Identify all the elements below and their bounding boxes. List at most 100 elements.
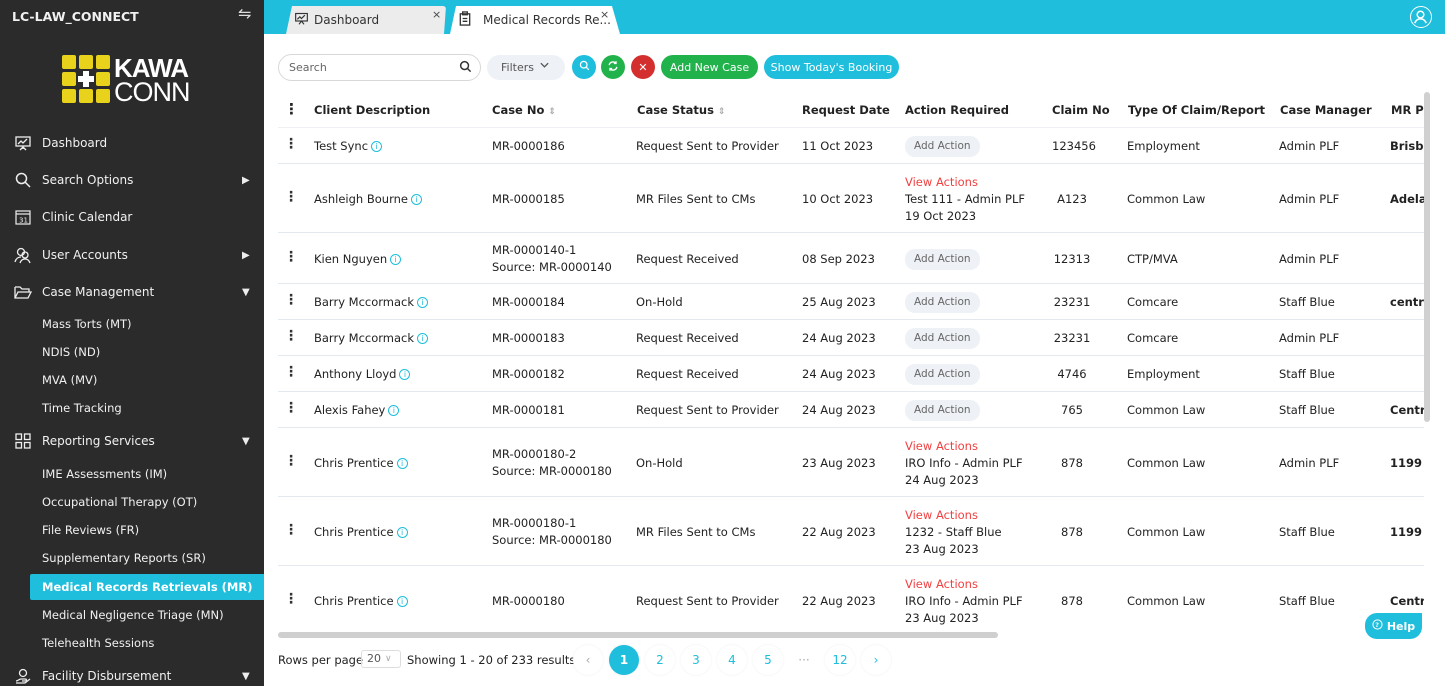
table-row[interactable]: ⋮ Barry Mccormack i MR-0000184 On-Hold 25… <box>278 284 1424 320</box>
page-button-2[interactable]: 2 <box>645 645 675 675</box>
table-row[interactable]: ⋮ Chris Prentice i MR-0000180 Request Sen… <box>278 566 1424 632</box>
table-row[interactable]: ⋮ Kien Nguyen i MR-0000140-1 Source: MR-00… <box>278 233 1424 284</box>
sidebar-toggle-icon[interactable]: ⇋ <box>238 4 251 23</box>
case-no[interactable]: MR-0000140-1 <box>492 242 612 259</box>
case-no-cell[interactable]: MR-0000184 <box>492 294 565 311</box>
client-name[interactable]: Test Sync <box>314 139 368 153</box>
row-menu-icon[interactable]: ⋮ <box>284 400 298 416</box>
row-menu-icon[interactable]: ⋮ <box>284 364 298 380</box>
sidebar-item-user-accounts[interactable]: User Accounts ▶ <box>0 241 264 269</box>
horizontal-scrollbar[interactable] <box>278 632 998 638</box>
add-action-button[interactable]: Add Action <box>905 248 980 270</box>
sidebar-item-dashboard[interactable]: Dashboard <box>0 129 264 157</box>
case-no-cell[interactable]: MR-0000140-1 Source: MR-0000140 <box>492 242 612 276</box>
sidebar-subitem-medical-negligence-triage[interactable]: Medical Negligence Triage (MN) <box>30 602 264 628</box>
next-page-button[interactable]: › <box>861 645 891 675</box>
refresh-button[interactable] <box>601 55 625 79</box>
view-actions-link[interactable]: View Actions <box>905 438 1023 455</box>
row-menu-icon[interactable]: ⋮ <box>284 189 298 205</box>
sidebar-item-search-options[interactable]: Search Options ▶ <box>0 166 264 194</box>
case-no[interactable]: MR-0000180-2 <box>492 446 612 463</box>
search-input[interactable]: Search <box>278 54 481 81</box>
client-name[interactable]: Anthony Lloyd <box>314 367 396 381</box>
client-name[interactable]: Barry Mccormack <box>314 295 414 309</box>
info-icon[interactable]: i <box>388 405 400 416</box>
column-header-case-no[interactable]: Case No ⇕ <box>492 103 556 117</box>
add-action-button[interactable]: Add Action <box>905 292 980 313</box>
case-no[interactable]: MR-0000185 <box>492 191 565 208</box>
info-icon[interactable]: i <box>410 193 422 205</box>
page-button-3[interactable]: 3 <box>681 645 711 675</box>
row-menu-icon[interactable]: ⋮ <box>284 249 298 265</box>
page-button-1[interactable]: 1 <box>609 645 639 675</box>
sidebar-subitem-supplementary-reports[interactable]: Supplementary Reports (SR) <box>30 545 264 571</box>
sidebar-item-facility-disbursement[interactable]: Facility Disbursement ▼ <box>0 662 264 686</box>
column-header-case-status[interactable]: Case Status ⇕ <box>637 103 725 117</box>
sidebar-subitem-time-tracking[interactable]: Time Tracking <box>30 395 264 421</box>
client-name[interactable]: Ashleigh Bourne <box>314 192 408 206</box>
clear-button[interactable]: ✕ <box>631 55 655 79</box>
case-no-cell[interactable]: MR-0000181 <box>492 402 565 419</box>
column-menu-icon[interactable]: ⋮ <box>284 100 299 118</box>
sort-icon[interactable]: ⇕ <box>548 107 556 117</box>
row-menu-icon[interactable]: ⋮ <box>284 328 298 344</box>
info-icon[interactable]: i <box>396 595 408 607</box>
sidebar-subitem-ndis[interactable]: NDIS (ND) <box>30 339 264 365</box>
case-no-cell[interactable]: MR-0000180 <box>492 593 565 610</box>
prev-page-button[interactable]: ‹ <box>573 645 603 675</box>
row-menu-icon[interactable]: ⋮ <box>284 453 298 469</box>
add-action-button[interactable]: Add Action <box>905 328 980 349</box>
case-no-cell[interactable]: MR-0000182 <box>492 366 565 383</box>
row-menu-icon[interactable]: ⋮ <box>284 522 298 538</box>
case-no[interactable]: MR-0000184 <box>492 294 565 311</box>
add-action-button[interactable]: Add Action <box>905 136 980 157</box>
show-todays-booking-button[interactable]: Show Today's Booking <box>764 55 899 79</box>
sidebar-subitem-occupational-therapy[interactable]: Occupational Therapy (OT) <box>30 489 264 515</box>
sidebar-subitem-mva[interactable]: MVA (MV) <box>30 367 264 393</box>
case-no-cell[interactable]: MR-0000186 <box>492 138 565 155</box>
row-menu-icon[interactable]: ⋮ <box>284 136 298 152</box>
info-icon[interactable]: i <box>396 526 408 538</box>
client-name[interactable]: Chris Prentice <box>314 594 394 608</box>
client-name[interactable]: Barry Mccormack <box>314 331 414 345</box>
table-row[interactable]: ⋮ Chris Prentice i MR-0000180-2 Source: MR… <box>278 428 1424 497</box>
help-button[interactable]: ? Help <box>1365 613 1422 639</box>
case-no[interactable]: MR-0000182 <box>492 366 565 383</box>
sidebar-subitem-mass-torts[interactable]: Mass Torts (MT) <box>30 311 264 337</box>
client-name[interactable]: Alexis Fahey <box>314 403 385 417</box>
sidebar-subitem-file-reviews[interactable]: File Reviews (FR) <box>30 517 264 543</box>
filters-dropdown[interactable]: Filters <box>487 55 565 80</box>
info-icon[interactable]: i <box>417 333 429 344</box>
case-no[interactable]: MR-0000180-1 <box>492 515 612 532</box>
client-name[interactable]: Kien Nguyen <box>314 252 387 266</box>
search-icon[interactable] <box>459 60 472 76</box>
sidebar-item-reporting-services[interactable]: Reporting Services ▼ <box>0 427 264 455</box>
page-button-12[interactable]: 12 <box>825 645 855 675</box>
search-button[interactable] <box>572 55 596 79</box>
sort-icon[interactable]: ⇕ <box>718 107 726 117</box>
page-button-4[interactable]: 4 <box>717 645 747 675</box>
table-row[interactable]: ⋮ Alexis Fahey i MR-0000181 Request Sent … <box>278 392 1424 428</box>
row-menu-icon[interactable]: ⋮ <box>284 292 298 308</box>
sidebar-subitem-telehealth-sessions[interactable]: Telehealth Sessions <box>30 630 264 656</box>
table-row[interactable]: ⋮ Barry Mccormack i MR-0000183 Request Re… <box>278 320 1424 356</box>
case-no[interactable]: MR-0000181 <box>492 402 565 419</box>
case-no-cell[interactable]: MR-0000183 <box>492 330 565 347</box>
rows-per-page-select[interactable]: 20 ∨ <box>361 650 401 668</box>
case-no-cell[interactable]: MR-0000185 <box>492 191 565 208</box>
page-ellipsis[interactable]: ··· <box>789 645 819 675</box>
close-icon[interactable]: × <box>600 8 609 21</box>
view-actions-link[interactable]: View Actions <box>905 174 1025 191</box>
view-actions-link[interactable]: View Actions <box>905 507 1002 524</box>
info-icon[interactable]: i <box>390 253 402 265</box>
row-menu-icon[interactable]: ⋮ <box>284 591 298 607</box>
info-icon[interactable]: i <box>417 297 429 308</box>
add-action-button[interactable]: Add Action <box>905 400 980 421</box>
close-icon[interactable]: × <box>432 8 441 21</box>
client-name[interactable]: Chris Prentice <box>314 525 394 539</box>
view-actions-link[interactable]: View Actions <box>905 576 1023 593</box>
user-profile-icon[interactable] <box>1410 6 1432 28</box>
case-no[interactable]: MR-0000183 <box>492 330 565 347</box>
case-no-cell[interactable]: MR-0000180-2 Source: MR-0000180 <box>492 446 612 480</box>
add-action-button[interactable]: Add Action <box>905 364 980 385</box>
